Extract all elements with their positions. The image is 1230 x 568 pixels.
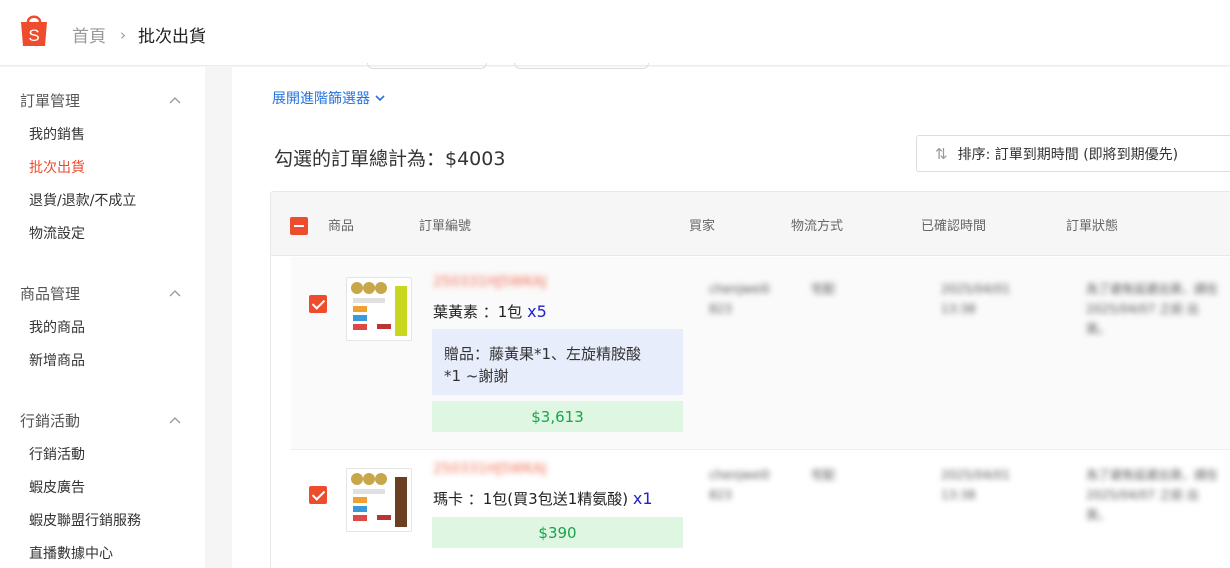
sidebar-item-logistics[interactable]: 物流設定 xyxy=(29,223,85,243)
order-price: $390 xyxy=(432,517,683,548)
gift-note-line: 贈品：藤黃果*1、左旋精胺酸 xyxy=(444,345,642,363)
sidebar-item-marketing[interactable]: 行銷活動 xyxy=(29,444,85,464)
page-gutter xyxy=(205,67,232,568)
chevron-up-icon[interactable] xyxy=(168,414,182,428)
product-thumbnail[interactable] xyxy=(346,468,412,532)
column-header-shipping: 物流方式 xyxy=(791,219,844,234)
confirmed-time: 2025/04/01 13:38 xyxy=(941,282,1011,316)
product-quantity: x5 xyxy=(527,302,547,321)
sidebar-item-returns[interactable]: 退貨/退款/不成立 xyxy=(29,190,136,210)
order-number[interactable]: 250331HJ5WKAJ xyxy=(433,461,547,477)
sidebar-item-live-data[interactable]: 直播數據中心 xyxy=(29,543,113,563)
shopee-logo-icon[interactable]: S xyxy=(18,12,50,48)
shipping-method: 宅配 xyxy=(811,282,836,296)
sidebar-item-my-products[interactable]: 我的商品 xyxy=(29,317,85,337)
chevron-down-icon xyxy=(375,95,385,102)
orders-table: 商品 訂單編號 買家 物流方式 已確認時間 訂單狀態 250331HJ5WKAJ… xyxy=(270,191,1230,568)
shipping-method: 宅配 xyxy=(811,468,836,482)
product-name: 葉黃素 ：1包 x5 xyxy=(433,301,547,322)
gift-note: 贈品：藤黃果*1、左旋精胺酸 *1 ~謝謝 xyxy=(432,329,683,395)
sidebar-item-add-product[interactable]: 新增商品 xyxy=(29,350,85,370)
logo-letter: S xyxy=(28,26,39,45)
column-header-order-no: 訂單編號 xyxy=(419,219,472,234)
filter-field-edge xyxy=(514,63,649,69)
sidebar-item-affiliate[interactable]: 蝦皮聯盟行銷服務 xyxy=(29,510,141,530)
breadcrumb-separator-icon: › xyxy=(120,25,126,44)
selected-total: 勾選的訂單總計為：$4003 xyxy=(274,148,506,170)
product-name: 瑪卡 ：1包(買3包送1精氨酸) x1 xyxy=(433,488,653,509)
order-status: 為了避免延遲出貨，請在 2025/04/07 之前 出貨。 xyxy=(1086,468,1219,522)
order-price: $3,613 xyxy=(432,401,683,432)
sidebar: 訂單管理 我的銷售 批次出貨 退貨/退款/不成立 物流設定 商品管理 我的商品 … xyxy=(0,67,205,568)
sort-dropdown[interactable]: ⇅ 排序: 訂單到期時間 (即將到期優先) xyxy=(916,135,1230,172)
breadcrumb-home[interactable]: 首頁 xyxy=(72,22,106,47)
table-header: 商品 訂單編號 買家 物流方式 已確認時間 訂單狀態 xyxy=(271,192,1230,256)
buyer-name[interactable]: chenjwei0 823 xyxy=(709,465,770,505)
buyer-name[interactable]: chenjwei0 823 xyxy=(709,279,770,319)
sidebar-section-product[interactable]: 商品管理 xyxy=(20,283,80,304)
product-image xyxy=(351,282,407,336)
column-header-product: 商品 xyxy=(328,219,355,234)
expand-filter-label: 展開進階篩選器 xyxy=(272,91,370,107)
order-number[interactable]: 250331HJ5WKAJ xyxy=(433,274,547,290)
top-header: S 首頁 › 批次出貨 xyxy=(0,0,1230,66)
sidebar-section-marketing[interactable]: 行銷活動 xyxy=(20,410,80,431)
sort-icon: ⇅ xyxy=(935,144,948,163)
column-header-buyer: 買家 xyxy=(689,219,716,234)
breadcrumb: 首頁 › 批次出貨 xyxy=(72,22,206,48)
product-name-text: 葉黃素 ：1包 xyxy=(433,303,523,321)
breadcrumb-current: 批次出貨 xyxy=(138,27,206,47)
confirmed-time: 2025/04/01 13:38 xyxy=(941,468,1011,502)
product-name-text: 瑪卡 ：1包(買3包送1精氨酸) xyxy=(433,490,629,508)
row-checkbox[interactable] xyxy=(309,486,327,504)
sidebar-section-order[interactable]: 訂單管理 xyxy=(20,90,80,111)
filter-field-edge xyxy=(367,63,487,69)
column-header-status: 訂單狀態 xyxy=(1066,219,1119,234)
sidebar-item-batch-ship[interactable]: 批次出貨 xyxy=(29,157,85,177)
product-quantity: x1 xyxy=(632,489,653,508)
table-row[interactable]: 250331HJ5WKAJ 瑪卡 ：1包(買3包送1精氨酸) x1 $390 c… xyxy=(291,451,1230,568)
sort-label: 排序: 訂單到期時間 (即將到期優先) xyxy=(957,146,1179,163)
sidebar-item-my-sales[interactable]: 我的銷售 xyxy=(29,124,85,144)
order-status: 為了避免延遲出貨，請在 2025/04/07 之前 出貨。 xyxy=(1086,282,1219,336)
row-checkbox[interactable] xyxy=(309,295,327,313)
expand-filter-link[interactable]: 展開進階篩選器 xyxy=(272,88,386,108)
gift-note-line: *1 ~謝謝 xyxy=(444,367,509,385)
product-image xyxy=(351,473,407,527)
column-header-confirmed: 已確認時間 xyxy=(921,219,987,234)
chevron-up-icon[interactable] xyxy=(168,94,182,108)
select-all-checkbox[interactable] xyxy=(290,217,308,235)
chevron-up-icon[interactable] xyxy=(168,287,182,301)
product-thumbnail[interactable] xyxy=(346,277,412,341)
table-row[interactable]: 250331HJ5WKAJ 葉黃素 ：1包 x5 贈品：藤黃果*1、左旋精胺酸 … xyxy=(291,257,1230,450)
main-panel: 展開進階篩選器 勾選的訂單總計為：$4003 ⇅ 排序: 訂單到期時間 (即將到… xyxy=(232,63,1230,568)
sidebar-item-ads[interactable]: 蝦皮廣告 xyxy=(29,477,85,497)
